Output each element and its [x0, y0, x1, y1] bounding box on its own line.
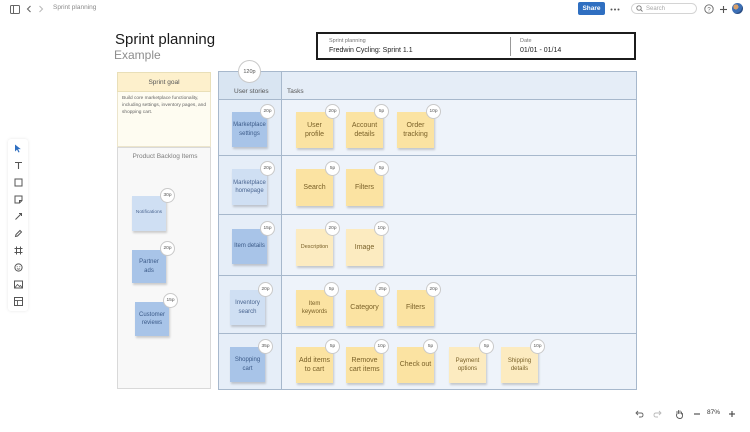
sticky-label: Notifications — [135, 210, 163, 216]
sticky-label: Image — [354, 243, 375, 251]
sticky-label: Customer reviews — [138, 311, 165, 326]
sprint-goal-text[interactable]: Build core marketplace functionality, in… — [117, 92, 211, 147]
info-divider — [510, 37, 511, 56]
sprint-goal-header[interactable]: Sprint goal — [117, 72, 211, 92]
points-badge: 5p — [324, 282, 339, 297]
points-badge: 20p — [260, 104, 275, 119]
points-badge: 30p — [160, 188, 175, 203]
sticky-label: Payment options — [455, 357, 480, 372]
tasks-header: Tasks — [282, 72, 636, 100]
points-badge: 10p — [426, 104, 441, 119]
date-value: 01/01 - 01/14 — [520, 47, 562, 54]
frame-tool-icon[interactable] — [12, 244, 24, 256]
undo-icon[interactable] — [632, 406, 646, 421]
backlog-sticky[interactable]: Notifications — [132, 196, 166, 231]
zoom-out-icon[interactable] — [690, 406, 704, 421]
sticky-label: Inventory search — [235, 300, 260, 315]
sticky-label: Description — [300, 243, 329, 250]
points-badge: 10p — [530, 339, 545, 354]
points-badge: 35p — [258, 339, 273, 354]
avatar[interactable] — [732, 3, 743, 14]
total-points-badge: 120p — [238, 60, 261, 83]
breadcrumb[interactable]: Sprint planning — [53, 4, 96, 11]
points-badge: 5p — [374, 104, 389, 119]
points-badge: 20p — [160, 241, 175, 256]
add-icon[interactable] — [717, 3, 729, 15]
date-label: Date — [520, 38, 532, 44]
share-button[interactable]: Share — [578, 2, 605, 15]
points-badge: 15p — [163, 293, 178, 308]
project-label: Sprint planning — [329, 38, 366, 44]
points-badge: 10p — [374, 339, 389, 354]
image-tool-icon[interactable] — [12, 278, 24, 290]
select-tool-icon[interactable] — [12, 142, 24, 154]
sticky-label: Search — [303, 183, 326, 191]
more-icon[interactable] — [609, 3, 621, 15]
page-subtitle: Example — [114, 48, 161, 62]
sticky-label: Shipping details — [507, 357, 532, 372]
sticky-label: Shopping cart — [234, 357, 261, 372]
redo-icon[interactable] — [650, 406, 664, 421]
points-badge: 10p — [374, 221, 389, 236]
line-tool-icon[interactable] — [12, 210, 24, 222]
sticky-label: Item keywords — [301, 300, 328, 315]
sticky-label: Marketplace homepage — [233, 179, 266, 194]
search-input[interactable]: Search — [646, 6, 665, 12]
sticky-label: Marketplace settings — [233, 122, 266, 137]
sticky-label: Filters — [405, 304, 426, 312]
backlog-sticky[interactable]: Customer reviews — [135, 302, 169, 336]
sticky-label: Account details — [351, 121, 378, 138]
text-tool-icon[interactable] — [12, 159, 24, 171]
forward-icon[interactable] — [35, 3, 47, 15]
back-icon[interactable] — [23, 3, 35, 15]
sticky-label: Check out — [399, 361, 432, 369]
points-badge: 5p — [325, 339, 340, 354]
sidebar-icon[interactable] — [9, 3, 21, 15]
points-badge: 20p — [260, 161, 275, 176]
project-value: Fredwin Cycling: Sprint 1.1 — [329, 47, 413, 54]
template-tool-icon[interactable] — [12, 295, 24, 307]
tasks-label: Tasks — [287, 88, 304, 95]
tool-rail — [8, 139, 28, 311]
backlog-sticky[interactable]: Partner ads — [132, 250, 166, 283]
sticky-label: Remove cart items — [349, 356, 380, 373]
pen-tool-icon[interactable] — [12, 227, 24, 239]
sticky-label: Partner ads — [139, 259, 159, 274]
sticker-tool-icon[interactable] — [12, 261, 24, 273]
sticky-label: User profile — [304, 121, 325, 138]
sprint-info-box[interactable]: Sprint planning Fredwin Cycling: Sprint … — [316, 32, 636, 60]
points-badge: 20p — [426, 282, 441, 297]
story-sticky[interactable]: Marketplace homepage — [232, 169, 267, 205]
top-bar: Sprint planning Share Search ? — [0, 0, 750, 18]
shape-tool-icon[interactable] — [12, 176, 24, 188]
task-sticky[interactable]: Payment options — [449, 347, 486, 383]
points-badge: 5p — [325, 161, 340, 176]
search-icon — [636, 5, 643, 12]
help-icon[interactable]: ? — [703, 3, 715, 15]
points-badge: 5p — [423, 339, 438, 354]
points-badge: 5p — [479, 339, 494, 354]
points-badge: 20p — [325, 221, 340, 236]
page-title: Sprint planning — [115, 31, 216, 48]
zoom-in-icon[interactable] — [725, 406, 739, 421]
sticky-label: Add items to cart — [298, 356, 331, 373]
hand-icon[interactable] — [672, 406, 686, 421]
backlog-title: Product Backlog Items — [132, 153, 198, 160]
points-badge: 5p — [374, 161, 389, 176]
points-badge: 15p — [260, 221, 275, 236]
board-row — [219, 215, 636, 276]
points-badge: 20p — [325, 104, 340, 119]
zoom-level[interactable]: 87% — [707, 409, 720, 416]
sticky-tool-icon[interactable] — [12, 193, 24, 205]
user-stories-label: User stories — [234, 88, 269, 95]
search-box[interactable]: Search — [631, 3, 697, 14]
points-badge: 20p — [258, 282, 273, 297]
points-badge: 25p — [375, 282, 390, 297]
sticky-label: Category — [350, 304, 379, 312]
board-row — [219, 156, 636, 215]
sticky-label: Order tracking — [403, 121, 428, 138]
sticky-label: Filters — [354, 183, 375, 191]
sticky-label: Item details — [234, 243, 265, 250]
